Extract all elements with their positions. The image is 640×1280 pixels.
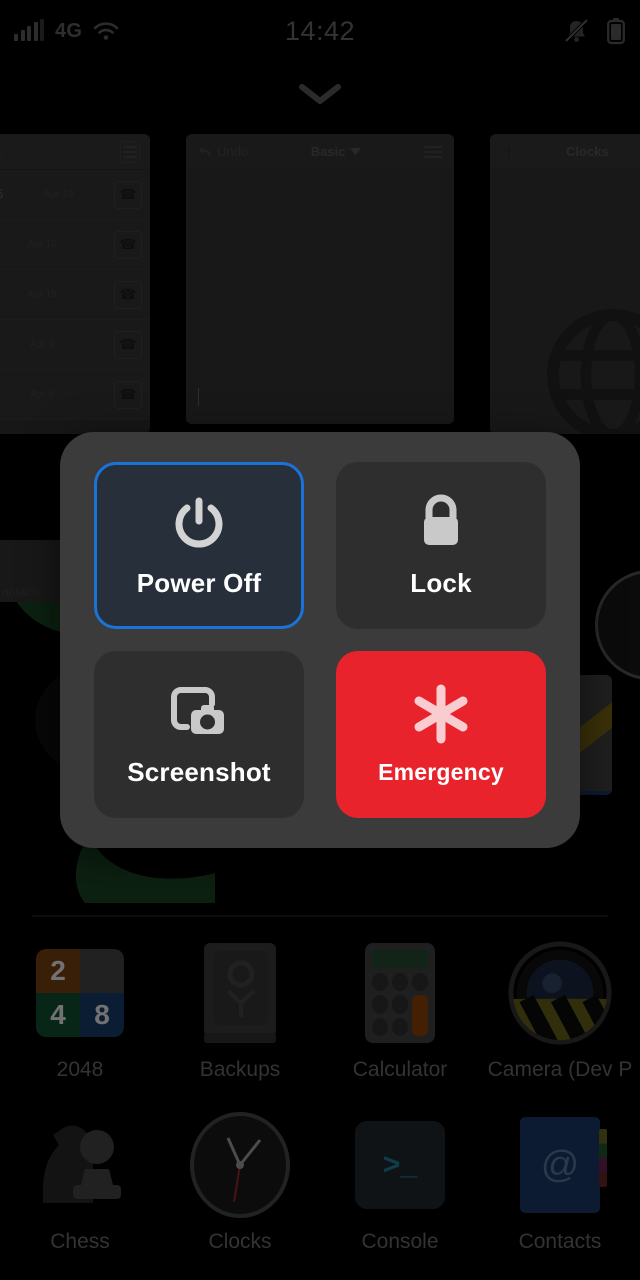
lock-icon [413,492,469,554]
bell-muted-icon [563,18,590,44]
status-bar: 4G 14:42 [0,0,640,62]
power-off-label: Power Off [137,568,262,599]
chevron-down-icon [299,83,341,105]
asterisk-icon [410,683,472,745]
lock-button[interactable]: Lock [336,462,546,629]
power-icon [168,492,230,554]
lock-label: Lock [410,568,471,599]
status-bar-clock: 14:42 [285,16,355,47]
screenshot-icon [167,681,231,743]
screenshot-button[interactable]: Screenshot [94,651,304,818]
power-off-button[interactable]: Power Off [94,462,304,629]
phone-screen: ontacts Calls 7546 Apr 19 ☎ [0,0,640,1280]
power-menu-dialog: Power Off Lock Screenshot [60,432,580,848]
emergency-label: Emergency [378,759,504,786]
screenshot-label: Screenshot [127,757,271,788]
notification-pull-handle[interactable] [0,74,640,114]
battery-icon [606,17,626,45]
emergency-button[interactable]: Emergency [336,651,546,818]
